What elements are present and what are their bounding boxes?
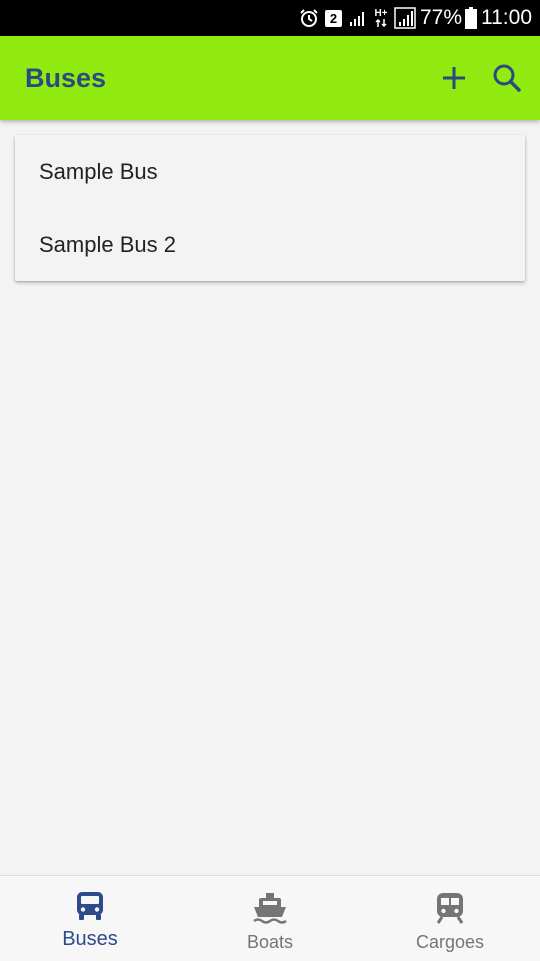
search-button[interactable]: [485, 56, 529, 100]
nav-tab-buses[interactable]: Buses: [0, 876, 180, 961]
nav-label-boats: Boats: [246, 932, 294, 952]
page-title: Buses: [25, 63, 107, 93]
data-arrows-icon: [375, 18, 387, 27]
add-icon: [443, 67, 465, 89]
list-item[interactable]: Sample Bus 2: [15, 208, 525, 281]
network-type-label: H+: [374, 7, 388, 19]
bus-list: Sample Bus Sample Bus 2: [15, 135, 525, 281]
list-item[interactable]: Sample Bus: [15, 135, 525, 208]
search-icon: [493, 64, 521, 92]
battery-percent: 77%: [419, 6, 462, 29]
status-bar: 2 H+ 77% 11:00: [0, 0, 540, 36]
nav-label-cargoes: Cargoes: [415, 932, 485, 952]
bus-icon: [72, 888, 108, 924]
status-time: 11:00: [481, 6, 532, 29]
signal-strength-icon: [394, 7, 416, 29]
boat-icon: [252, 890, 288, 926]
add-button[interactable]: [432, 56, 476, 100]
alarm-icon: [299, 8, 319, 28]
nav-tab-boats[interactable]: Boats: [180, 876, 360, 961]
app-bar: Buses: [0, 36, 540, 120]
network-type-icon: H+: [374, 7, 388, 28]
signal-icon: [348, 8, 368, 28]
notification-count-badge: 2: [324, 9, 342, 27]
nav-label-buses: Buses: [62, 928, 118, 950]
bottom-navigation: Buses Boats Cargoes: [0, 875, 540, 961]
nav-tab-cargoes[interactable]: Cargoes: [360, 876, 540, 961]
train-icon: [432, 890, 468, 926]
battery-icon: [465, 7, 477, 29]
